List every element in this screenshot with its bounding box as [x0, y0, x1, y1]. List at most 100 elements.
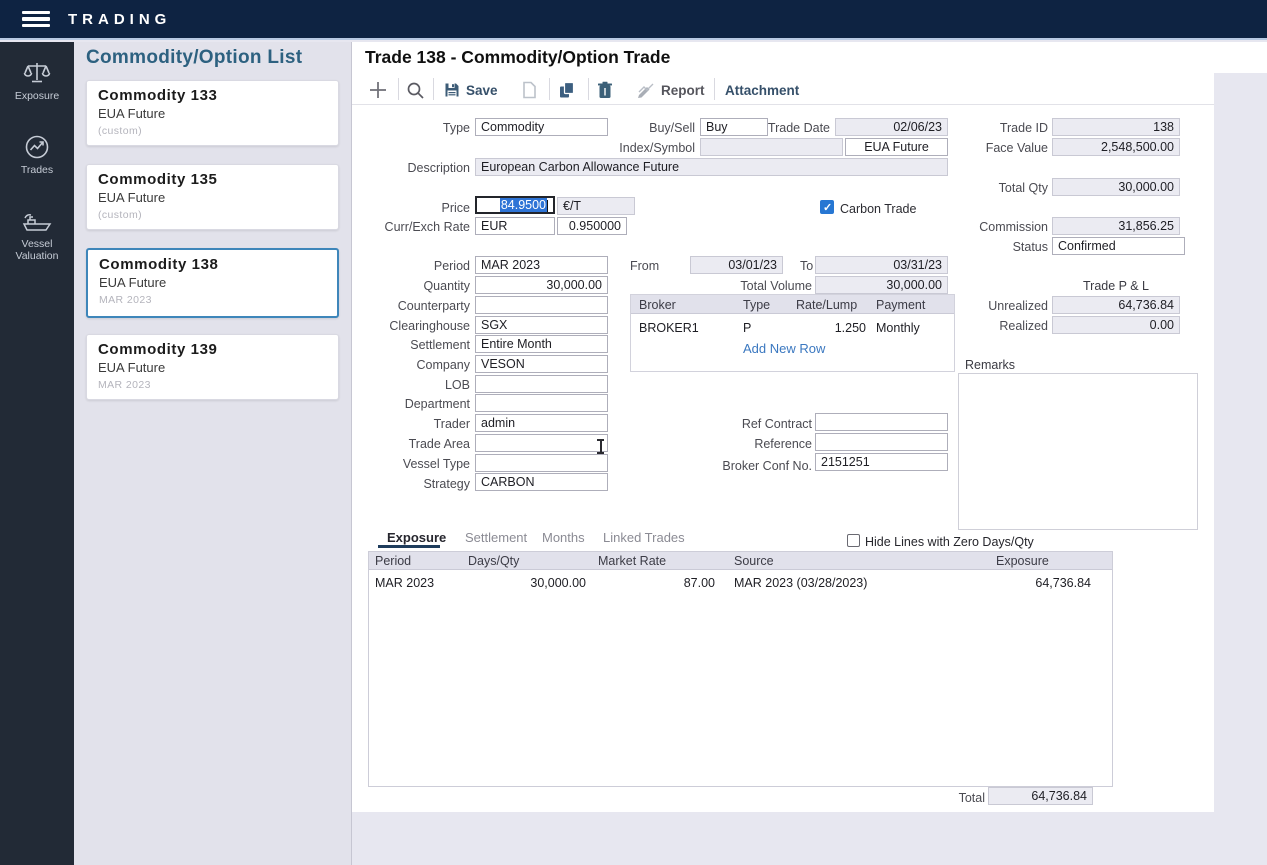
department-field[interactable]	[475, 394, 608, 412]
type-field[interactable]: Commodity	[475, 118, 608, 136]
quantity-label: Quantity	[400, 278, 470, 294]
payment-col-header: Payment	[876, 297, 925, 313]
trade-area-field[interactable]	[475, 434, 608, 452]
broker-table: Broker Type Rate/Lump Payment BROKER1 P …	[630, 294, 955, 372]
counterparty-field[interactable]	[475, 296, 608, 314]
to-field[interactable]: 03/31/23	[815, 256, 948, 274]
period-field[interactable]: MAR 2023	[475, 256, 608, 274]
period-label: Period	[400, 258, 470, 274]
plus-icon	[368, 80, 388, 100]
unrealized-field: 64,736.84	[1052, 296, 1180, 314]
quantity-field[interactable]: 30,000.00	[475, 276, 608, 294]
description-label: Description	[390, 160, 470, 176]
currency-field[interactable]: EUR	[475, 217, 555, 235]
counterparty-label: Counterparty	[380, 298, 470, 314]
ref-contract-field[interactable]	[815, 413, 948, 431]
copy-icon	[558, 81, 576, 99]
scales-icon	[23, 60, 51, 86]
index-name-field[interactable]: EUA Future	[845, 138, 948, 156]
add-button[interactable]	[368, 78, 388, 102]
save-button[interactable]: Save	[444, 78, 498, 102]
from-label: From	[630, 258, 670, 274]
list-item-commodity-138-selected[interactable]: Commodity 138 EUA Future MAR 2023	[86, 248, 339, 318]
settlement-field[interactable]: Entire Month	[475, 335, 608, 353]
index-symbol-field[interactable]	[700, 138, 843, 156]
company-field[interactable]: VESON	[475, 355, 608, 373]
trade-id-field: 138	[1052, 118, 1180, 136]
exposure-col-header: Exposure	[996, 553, 1049, 569]
status-select[interactable]: Confirmed	[1052, 237, 1185, 255]
hide-zero-lines-checkbox[interactable]	[847, 534, 860, 547]
description-field[interactable]: European Carbon Allowance Future	[475, 158, 948, 176]
settlement-label: Settlement	[390, 337, 470, 353]
tab-linked-trades[interactable]: Linked Trades	[603, 530, 685, 545]
left-nav-sidebar: Exposure Trades Ve	[0, 42, 74, 865]
text-cursor	[596, 438, 605, 455]
list-item-commodity-133[interactable]: Commodity 133 EUA Future (custom)	[86, 80, 339, 146]
daysqty-col-header: Days/Qty	[468, 553, 519, 569]
trader-label: Trader	[405, 416, 470, 432]
trader-field[interactable]: admin	[475, 414, 608, 432]
from-field[interactable]: 03/01/23	[690, 256, 783, 274]
type-label: Type	[400, 120, 470, 136]
realized-label: Realized	[968, 318, 1048, 334]
save-label: Save	[466, 83, 498, 98]
remarks-label: Remarks	[965, 357, 1035, 373]
trade-id-label: Trade ID	[968, 120, 1048, 136]
trade-area-label: Trade Area	[395, 436, 470, 452]
market-rate-col-header: Market Rate	[598, 553, 666, 569]
report-button[interactable]: Report	[637, 78, 705, 102]
trade-date-label: Trade Date	[755, 120, 830, 136]
total-label: Total	[940, 790, 985, 806]
lob-field[interactable]	[475, 375, 608, 393]
ship-icon	[20, 210, 54, 234]
vessel-type-field[interactable]	[475, 454, 608, 472]
sidebar-item-trades[interactable]: Trades	[0, 134, 74, 176]
add-new-row-link[interactable]: Add New Row	[743, 341, 825, 356]
search-button[interactable]	[406, 78, 425, 102]
carbon-trade-checkbox[interactable]	[820, 200, 834, 214]
commission-field: 31,856.25	[1052, 217, 1180, 235]
tab-months[interactable]: Months	[542, 530, 585, 545]
delete-button[interactable]	[597, 78, 613, 102]
trade-date-field[interactable]: 02/06/23	[835, 118, 948, 136]
sidebar-label-exposure: Exposure	[0, 90, 74, 102]
report-label: Report	[661, 83, 705, 98]
hamburger-menu-icon[interactable]	[22, 11, 50, 28]
strategy-label: Strategy	[400, 476, 470, 492]
attachment-button[interactable]: Attachment	[725, 78, 799, 102]
app-title: TRADING	[68, 11, 171, 28]
broker-conf-field[interactable]: 2151251	[815, 453, 948, 471]
carbon-trade-label: Carbon Trade	[840, 201, 930, 217]
tab-exposure[interactable]: Exposure	[387, 530, 446, 545]
lob-label: LOB	[420, 377, 470, 393]
new-document-button[interactable]	[522, 78, 537, 102]
rate-col-header: Rate/Lump	[796, 297, 857, 313]
trade-title: Trade 138 - Commodity/Option Trade	[365, 47, 670, 68]
buysell-label: Buy/Sell	[625, 120, 695, 136]
document-icon	[522, 81, 537, 99]
reference-field[interactable]	[815, 433, 948, 451]
app-window: TRADING Exposure Trade	[0, 0, 1267, 865]
hide-zero-lines-label: Hide Lines with Zero Days/Qty	[865, 534, 1025, 550]
copy-button[interactable]	[558, 78, 576, 102]
list-item-commodity-135[interactable]: Commodity 135 EUA Future (custom)	[86, 164, 339, 230]
tab-settlement[interactable]: Settlement	[465, 530, 527, 545]
remarks-textarea[interactable]	[958, 373, 1198, 530]
strategy-field[interactable]: CARBON	[475, 473, 608, 491]
department-label: Department	[385, 396, 470, 412]
source-col-header: Source	[734, 553, 774, 569]
clearinghouse-field[interactable]: SGX	[475, 316, 608, 334]
face-value-field: 2,548,500.00	[1052, 138, 1180, 156]
sidebar-item-exposure[interactable]: Exposure	[0, 60, 74, 102]
broker-conf-label: Broker Conf No.	[717, 458, 812, 474]
price-field[interactable]: 84.9500	[475, 196, 555, 214]
total-volume-label: Total Volume	[732, 278, 812, 294]
list-item-commodity-139[interactable]: Commodity 139 EUA Future MAR 2023	[86, 334, 339, 400]
total-qty-field: 30,000.00	[1052, 178, 1180, 196]
commodity-option-list-panel: Commodity/Option List Commodity 133 EUA …	[74, 42, 352, 865]
exch-rate-field[interactable]: 0.950000	[557, 217, 627, 235]
sidebar-item-vessel-valuation[interactable]: Vessel Valuation	[0, 210, 74, 262]
attachment-label: Attachment	[725, 83, 799, 98]
realized-field: 0.00	[1052, 316, 1180, 334]
